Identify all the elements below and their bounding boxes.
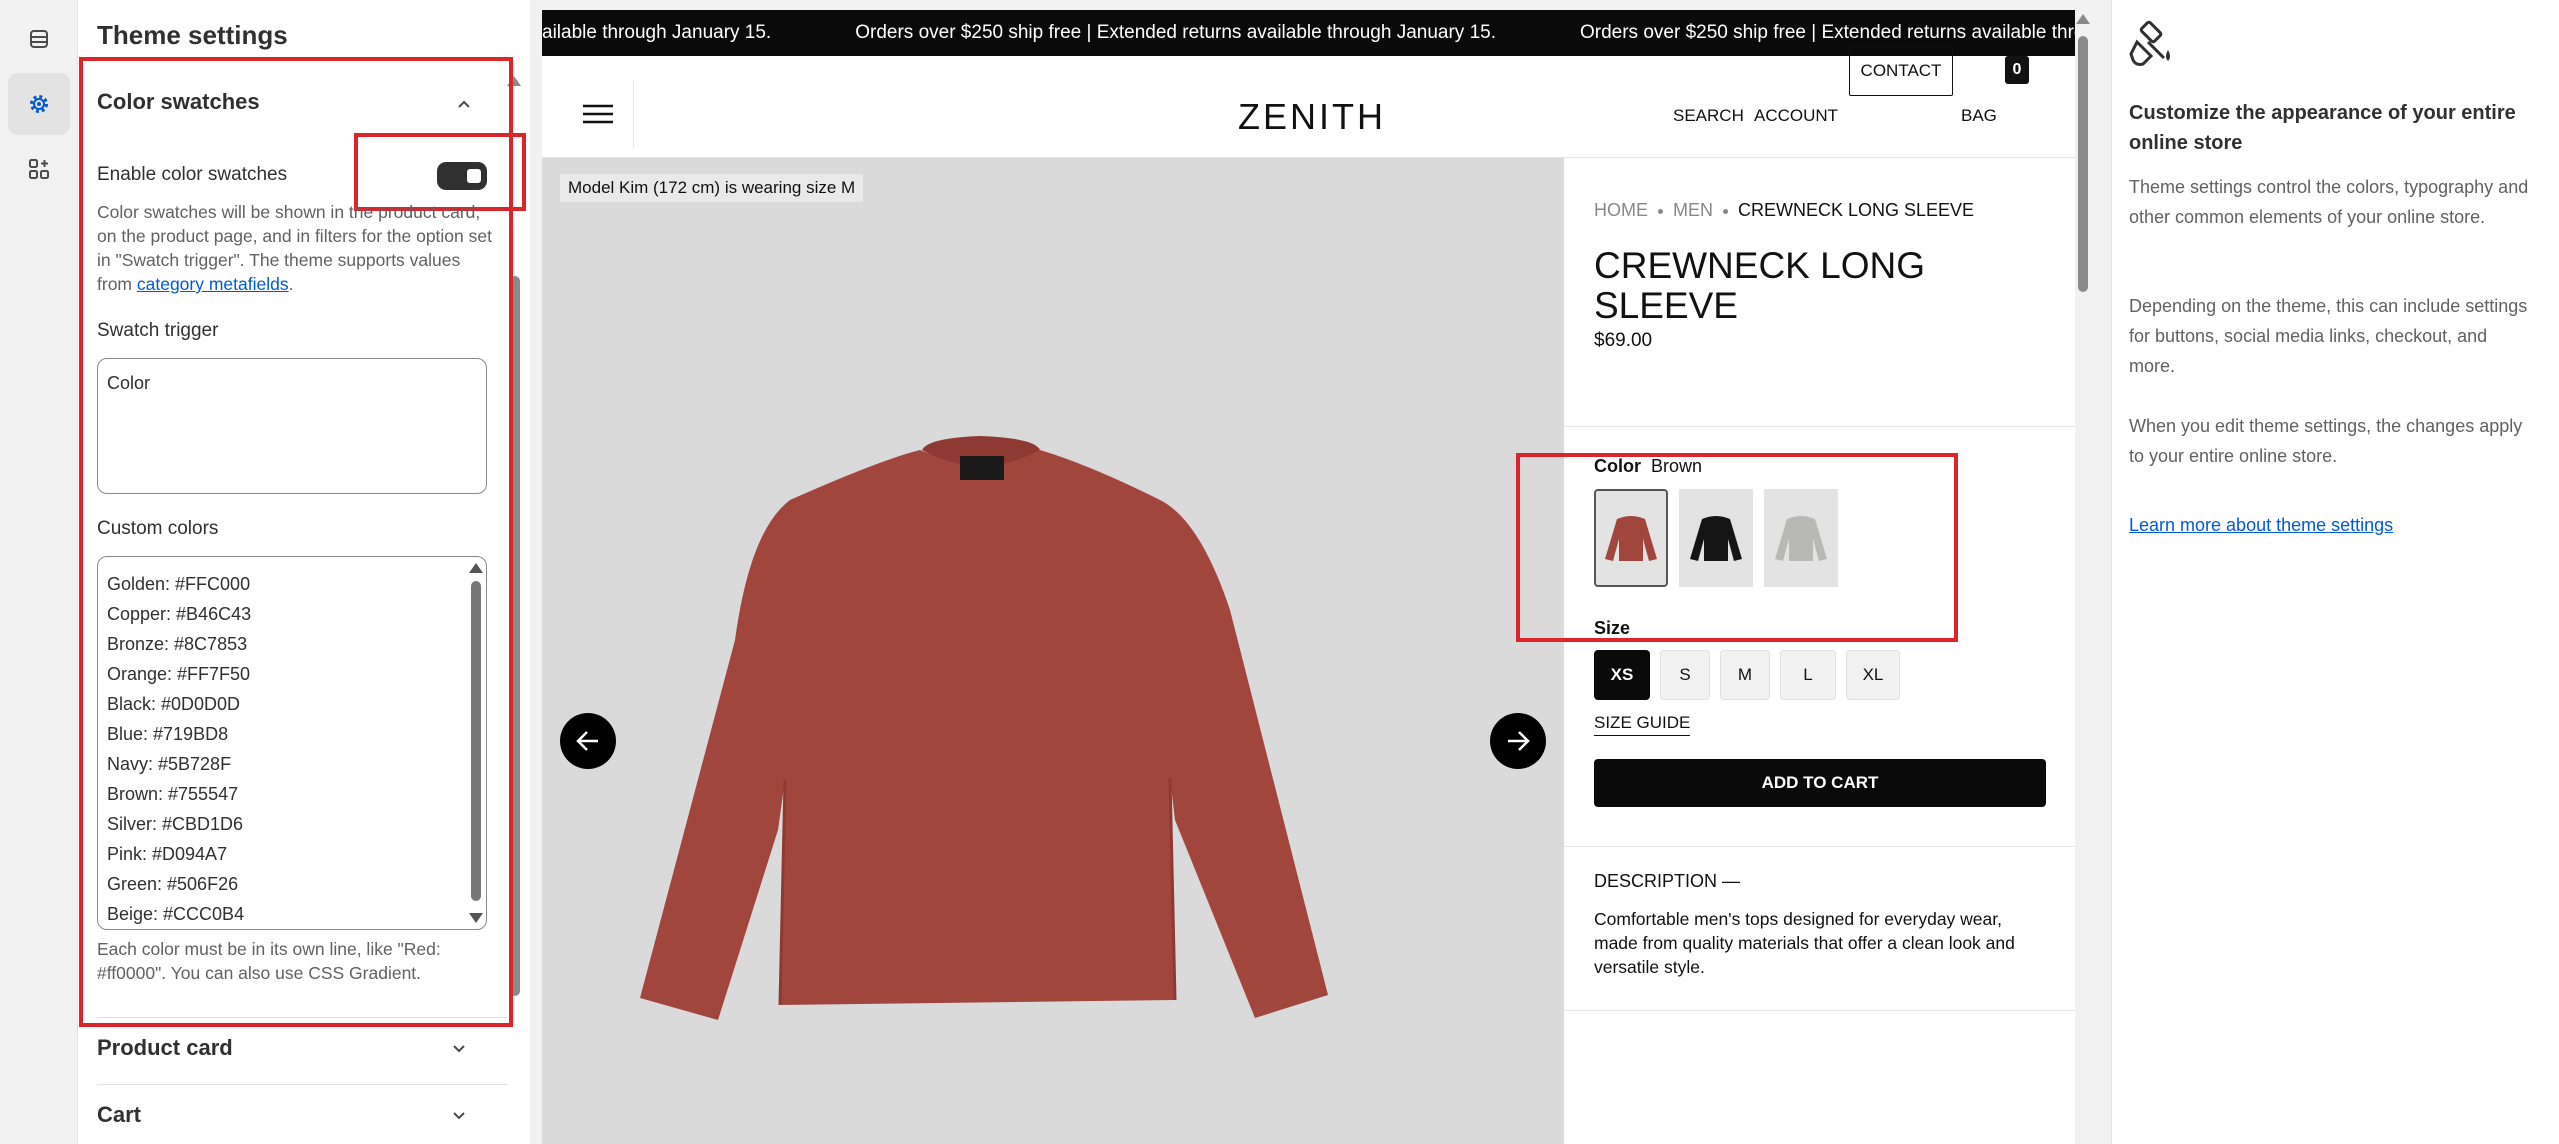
bag-count-badge: 0: [2005, 56, 2029, 84]
cart-section[interactable]: Cart: [97, 1084, 507, 1144]
custom-color-line: Silver: #CBD1D6: [107, 814, 244, 834]
nav-bag[interactable]: BAG: [1961, 106, 1997, 126]
custom-colors-note: Each color must be in its own line, like…: [97, 939, 441, 983]
chevron-down-icon: [453, 1112, 465, 1120]
custom-color-line: Bronze: #8C7853: [107, 634, 248, 654]
announcement-text: Orders over $250 ship free | Extended re…: [1579, 22, 2075, 43]
chevron-down-icon: [453, 1045, 465, 1053]
size-guide-link[interactable]: SIZE GUIDE: [1594, 713, 1691, 736]
toggle-knob: [467, 169, 481, 183]
panel-title: Theme settings: [97, 20, 288, 50]
info-paragraph-1: Theme settings control the colors, typog…: [2129, 177, 2529, 227]
custom-color-line: Brown: #755547: [107, 784, 239, 804]
product-card-title: Product card: [97, 1034, 233, 1060]
description-text: Comfortable men's tops designed for ever…: [1594, 909, 2015, 977]
divider: [1564, 846, 2075, 847]
cart-title: Cart: [97, 1101, 142, 1127]
contact-button[interactable]: CONTACT: [1849, 46, 1953, 96]
product-image: Model Kim (172 cm) is wearing size M: [542, 158, 1564, 1144]
size-xl[interactable]: XL: [1846, 650, 1900, 700]
divider: [1564, 426, 2075, 427]
color-option-label: Color Brown: [1594, 456, 1703, 476]
enable-swatches-label: Enable color swatches: [97, 164, 288, 185]
store-logo[interactable]: ZENITH: [1238, 96, 1386, 138]
announcement-bar: ailable through January 15. Orders over …: [542, 10, 2075, 56]
custom-colors-label: Custom colors: [97, 518, 219, 539]
swatch-trigger-value: Color: [107, 373, 151, 393]
custom-colors-list: Golden: #FFC000 Copper: #B46C43 Bronze: #8…: [107, 569, 251, 929]
apps-icon[interactable]: [8, 138, 70, 200]
size-option-label: Size: [1594, 618, 1631, 638]
divider: [1564, 1010, 2075, 1011]
custom-color-line: Golden: #FFC000: [107, 574, 251, 594]
swatch-black[interactable]: [1679, 489, 1753, 587]
learn-more-link[interactable]: Learn more about theme settings: [2129, 515, 2393, 536]
announcement-text: ailable through January 15.: [542, 22, 772, 43]
category-metafields-link[interactable]: category metafields: [137, 274, 289, 294]
custom-color-line: Black: #0D0D0D: [107, 694, 241, 714]
custom-colors-textarea[interactable]: Golden: #FFC000 Copper: #B46C43 Bronze: #8…: [97, 556, 487, 930]
product-price: $69.00: [1594, 330, 1653, 351]
product-card-section[interactable]: Product card: [97, 1017, 507, 1077]
swatches-help-text: Color swatches will be shown in the prod…: [97, 202, 492, 294]
size-s[interactable]: S: [1660, 650, 1710, 700]
preview-scrollbar[interactable]: [2078, 36, 2088, 292]
store-header: ZENITH SEARCH ACCOUNT BAG: [542, 56, 2075, 158]
swatch-gray[interactable]: [1764, 489, 1838, 587]
custom-color-line: Pink: #D094A7: [107, 844, 228, 864]
section-title[interactable]: Color swatches: [97, 89, 260, 115]
size-xs[interactable]: XS: [1594, 650, 1650, 700]
textarea-scrollbar[interactable]: [471, 581, 481, 901]
next-image-button[interactable]: [1490, 713, 1546, 769]
size-l[interactable]: L: [1780, 650, 1836, 700]
swatch-brown[interactable]: [1594, 489, 1668, 587]
description-heading[interactable]: DESCRIPTION —: [1594, 871, 1740, 892]
breadcrumb: HOME MEN CREWNECK LONG SLEEVE: [1594, 200, 1974, 221]
model-note: Model Kim (172 cm) is wearing size M: [560, 174, 864, 202]
swatch-trigger-label: Swatch trigger: [97, 320, 219, 341]
prev-image-button[interactable]: [560, 713, 616, 769]
announcement-text: Orders over $250 ship free | Extended re…: [855, 22, 1496, 43]
hamburger-menu-icon[interactable]: [564, 80, 634, 148]
left-rail: [0, 0, 78, 1144]
gear-icon[interactable]: [8, 73, 70, 135]
product-title: CREWNECK LONG SLEEVE: [1594, 245, 1925, 326]
arrow-left-icon: [576, 731, 598, 751]
textarea-scroll-up[interactable]: [469, 563, 483, 573]
breadcrumb-men[interactable]: MEN: [1673, 200, 1713, 220]
breadcrumb-current: CREWNECK LONG SLEEVE: [1738, 200, 1975, 220]
custom-color-line: Blue: #719BD8: [107, 724, 229, 744]
swatch-trigger-input[interactable]: Color: [97, 358, 487, 494]
chevron-up-icon[interactable]: [456, 96, 472, 112]
preview-scroll-up[interactable]: [2076, 14, 2090, 24]
breadcrumb-home[interactable]: HOME: [1594, 200, 1648, 220]
sections-icon[interactable]: [8, 8, 70, 70]
info-paragraph-2: Depending on the theme, this can include…: [2129, 296, 2528, 376]
custom-color-line: Navy: #5B728F: [107, 754, 232, 774]
size-m[interactable]: M: [1720, 650, 1770, 700]
custom-color-line: Green: #506F26: [107, 874, 239, 894]
product-details: HOME MEN CREWNECK LONG SLEEVE CREWNECK LON…: [1516, 158, 2075, 1144]
info-heading: Customize the appearance of your entire …: [2129, 102, 2516, 154]
color-value: Brown: [1651, 456, 1703, 476]
add-to-cart-button[interactable]: ADD TO CART: [1594, 759, 2046, 807]
nav-account[interactable]: ACCOUNT: [1754, 106, 1838, 126]
info-panel: Customize the appearance of your entire …: [2111, 0, 2559, 1144]
textarea-scroll-down[interactable]: [469, 913, 483, 923]
sweater-illustration: [640, 436, 1328, 1020]
store-preview: ailable through January 15. Orders over …: [530, 0, 2111, 1144]
arrow-right-icon: [1508, 731, 1530, 751]
theme-settings-panel: Theme settings Color swatches Enable col…: [78, 0, 530, 1144]
nav-search[interactable]: SEARCH: [1673, 106, 1744, 126]
info-paragraph-3: When you edit theme settings, the change…: [2129, 416, 2523, 466]
custom-color-line: Orange: #FF7F50: [107, 664, 251, 684]
storefront: ailable through January 15. Orders over …: [542, 10, 2075, 1144]
custom-color-line: Beige: #CCC0B4: [107, 904, 245, 924]
custom-color-line: Copper: #B46C43: [107, 604, 252, 624]
enable-swatches-toggle[interactable]: [437, 162, 487, 190]
paint-brush-icon: [2129, 20, 2170, 66]
